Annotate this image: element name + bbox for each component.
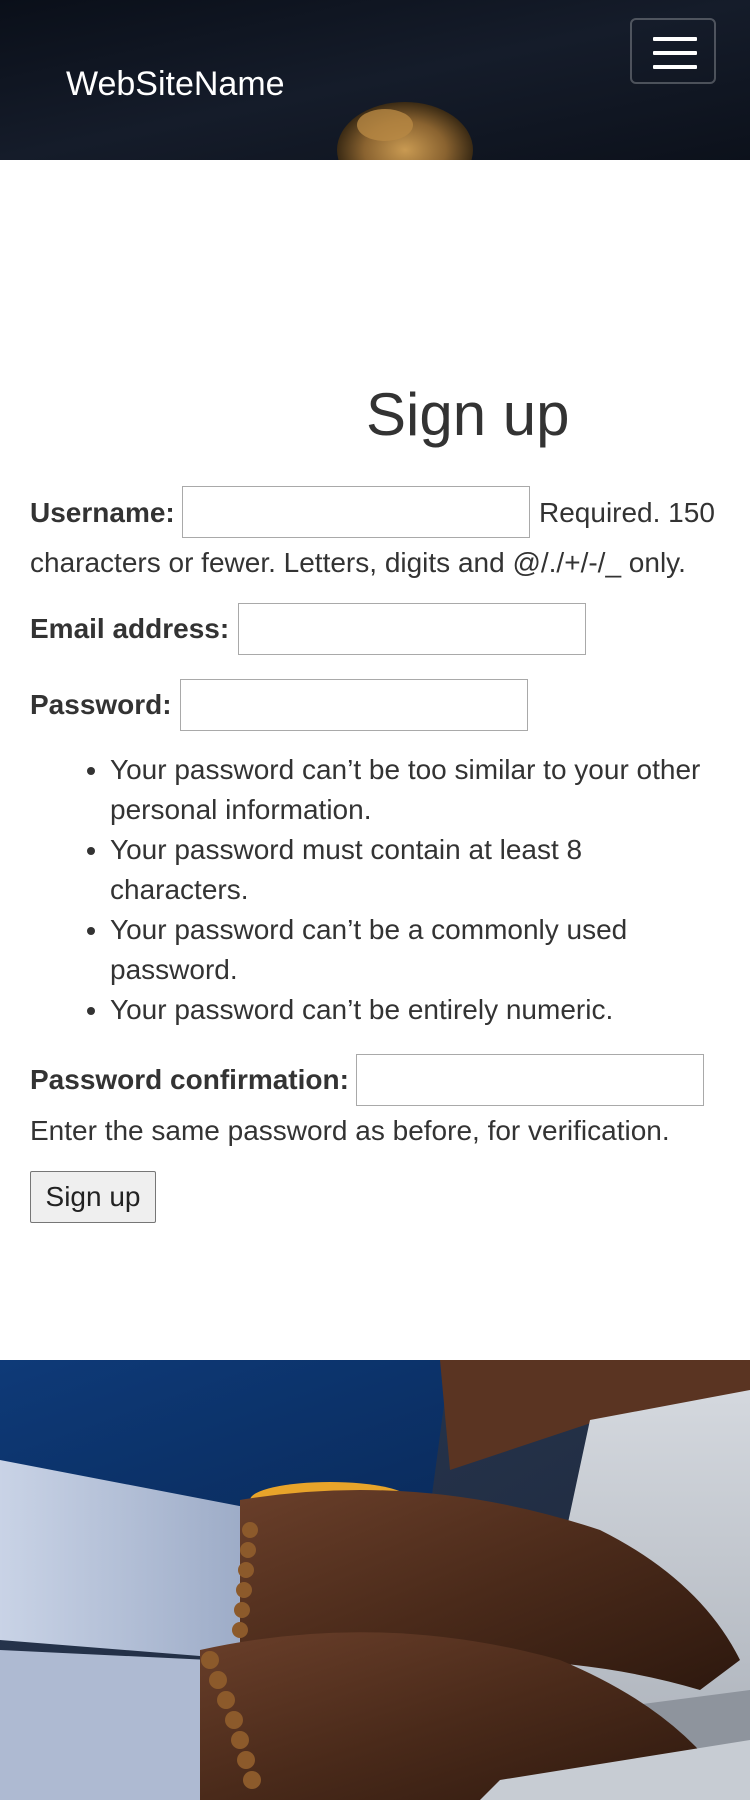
password-rule: Your password can’t be entirely numeric. xyxy=(110,990,720,1030)
email-input[interactable] xyxy=(238,603,586,655)
signup-page: Sign up Username: Required. 150 characte… xyxy=(0,160,750,1360)
password-confirmation-input[interactable] xyxy=(356,1054,704,1106)
hero-photo-typing-hands xyxy=(0,1360,750,1800)
username-label: Username: xyxy=(30,497,175,528)
username-input[interactable] xyxy=(182,486,530,538)
password-rules-list: Your password can’t be too similar to yo… xyxy=(70,750,720,1030)
navbar: WebSiteName xyxy=(0,0,750,160)
email-label: Email address: xyxy=(30,613,230,644)
username-help-line2: characters or fewer. Letters, digits and… xyxy=(30,547,686,578)
navbar-toggle-button[interactable] xyxy=(630,18,716,84)
password-input[interactable] xyxy=(180,679,528,731)
password-confirmation-label: Password confirmation: xyxy=(30,1064,349,1095)
password-label: Password: xyxy=(30,689,172,720)
password-rule: Your password can’t be too similar to yo… xyxy=(110,750,720,830)
password-rule: Your password must contain at least 8 ch… xyxy=(110,830,720,910)
username-help-line1: Required. 150 xyxy=(539,497,715,528)
site-brand[interactable]: WebSiteName xyxy=(66,64,285,104)
page-title: Sign up xyxy=(366,381,570,448)
password-rule: Your password can’t be a commonly used p… xyxy=(110,910,720,990)
sign-up-button[interactable]: Sign up xyxy=(30,1171,156,1223)
password-confirmation-help: Enter the same password as before, for v… xyxy=(30,1115,670,1146)
